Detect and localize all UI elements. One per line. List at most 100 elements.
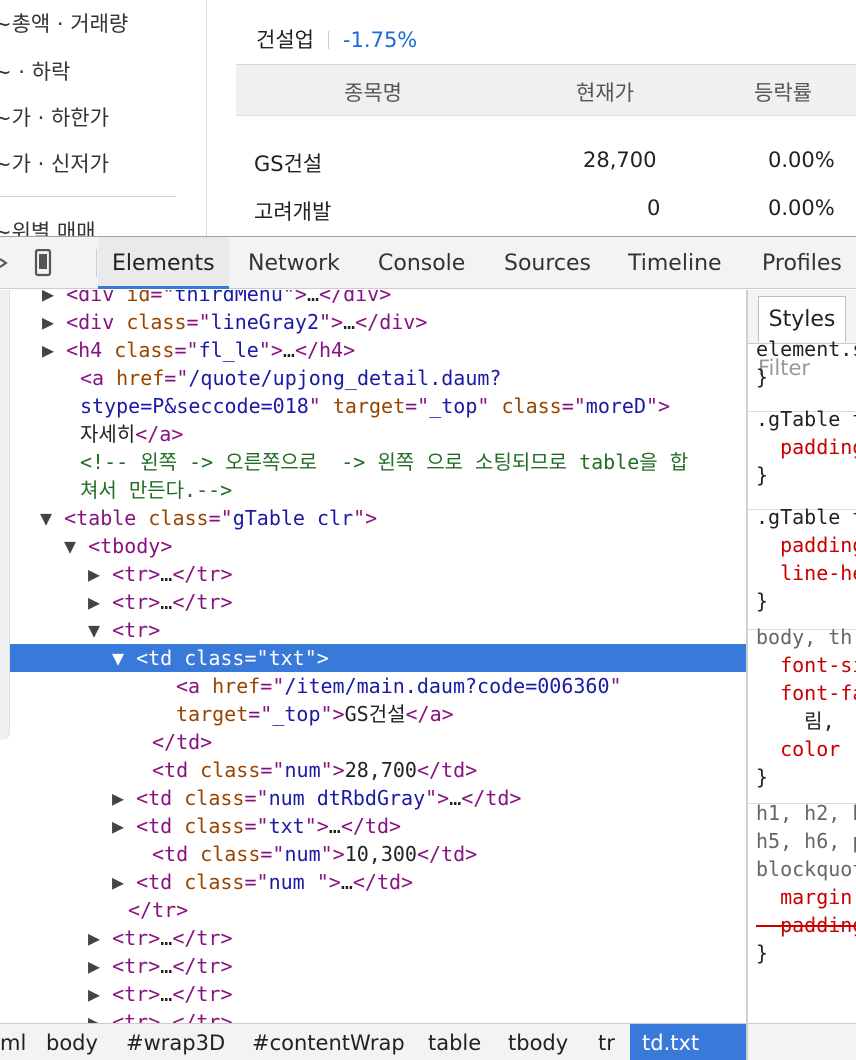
style-rule-line[interactable]: } xyxy=(756,363,768,391)
expand-triangle-closed-icon[interactable]: ▶ xyxy=(112,870,136,894)
breadcrumb-item[interactable]: tbody xyxy=(500,1024,576,1060)
dom-node[interactable]: 자세히</a> xyxy=(80,420,183,448)
style-rule-line[interactable]: padding xyxy=(756,433,856,461)
style-rule-line[interactable]: body, th, td xyxy=(756,623,856,651)
dom-token-tag: </div> xyxy=(319,290,392,306)
dom-node[interactable]: 쳐서 만든다.--> xyxy=(80,476,232,504)
style-rule-line[interactable]: 림, xyxy=(756,707,834,735)
expand-triangle-closed-icon[interactable]: ▶ xyxy=(42,338,66,362)
dom-node-selected[interactable]: ▼ <td class="txt"> xyxy=(0,644,746,672)
tab-sources[interactable]: Sources xyxy=(490,237,605,289)
expand-triangle-open-icon[interactable]: ▼ xyxy=(64,534,88,558)
tab-network[interactable]: Network xyxy=(234,237,354,289)
expand-triangle-open-icon[interactable]: ▼ xyxy=(112,646,136,670)
style-rule-line[interactable]: } xyxy=(756,587,768,615)
breadcrumb-item[interactable]: body xyxy=(38,1024,106,1060)
menu-item-new-low[interactable]: ∼가 · 신저가 xyxy=(0,148,109,178)
dom-token-val: _top xyxy=(429,394,478,418)
expand-triangle-open-icon[interactable]: ▼ xyxy=(40,506,64,530)
style-rule-line[interactable]: margin xyxy=(756,883,852,911)
dom-token-val: /item/main.daum?code=006360 xyxy=(284,674,610,698)
expand-triangle-closed-icon[interactable]: ▶ xyxy=(88,1010,112,1023)
dom-node[interactable]: ▶ <div id="thirdMenu">…</div> xyxy=(42,290,391,308)
dom-node[interactable]: ▼ <tr> xyxy=(88,616,160,644)
inspect-icon[interactable] xyxy=(0,237,14,289)
dom-token-txt: 28,700 xyxy=(344,758,417,782)
dom-node[interactable]: ▶ <tr>…</tr> xyxy=(88,980,233,1008)
dom-token-attr: class xyxy=(114,338,175,362)
dom-node[interactable]: <td class="num">10,300</td> xyxy=(152,840,477,868)
dom-token-attr: class xyxy=(184,786,245,810)
dom-node[interactable]: </tr> xyxy=(128,896,188,924)
expand-triangle-closed-icon[interactable]: ▶ xyxy=(88,954,112,978)
style-rule-line[interactable]: h5, h6, p, xyxy=(756,827,856,855)
dom-node[interactable]: ▼ <table class="gTable clr"> xyxy=(40,504,377,532)
dom-node[interactable]: ▶ <tr>…</tr> xyxy=(88,588,233,616)
menu-item-total-volume[interactable]: ∼총액 · 거래량 xyxy=(0,8,128,38)
style-rule-line[interactable]: h1, h2, h3, h4, xyxy=(756,799,856,827)
style-rule-line[interactable]: font-size xyxy=(756,651,856,679)
dom-token-tag: </td> xyxy=(416,842,478,866)
expand-triangle-closed-icon[interactable]: ▶ xyxy=(42,310,66,334)
style-rule-line[interactable]: .gTable td { xyxy=(756,503,856,531)
style-rule-line[interactable]: } xyxy=(756,939,768,967)
dom-node[interactable]: ▶ <div class="lineGray2">…</div> xyxy=(42,308,427,336)
dom-token-val: num xyxy=(284,842,321,866)
dom-token-tag: <tr> xyxy=(112,926,161,950)
breadcrumb-item[interactable]: #wrap3D xyxy=(118,1024,233,1060)
expand-triangle-open-icon[interactable]: ▼ xyxy=(88,618,112,642)
expand-triangle-closed-icon[interactable]: ▶ xyxy=(88,926,112,950)
breadcrumb-item[interactable]: #contentWrap xyxy=(244,1024,413,1060)
expand-triangle-closed-icon[interactable]: ▶ xyxy=(112,786,136,810)
dom-node[interactable]: target="_top">GS건설</a> xyxy=(176,700,454,728)
style-rule-line[interactable]: font-family xyxy=(756,679,856,707)
dom-tree[interactable]: ▶ <div id="thirdMenu">…</div> ▶ <div clas… xyxy=(0,290,746,1023)
style-rule-line[interactable]: .gTable td { xyxy=(756,405,856,433)
dom-node[interactable]: stype=P&seccode=018" target="_top" class… xyxy=(80,392,670,420)
style-rule-line[interactable]: } xyxy=(756,461,768,489)
dom-node[interactable]: ▶ <h4 class="fl_le">…</h4> xyxy=(42,336,355,364)
stock-name[interactable]: GS건설 xyxy=(254,148,322,178)
expand-triangle-closed-icon[interactable]: ▶ xyxy=(112,814,136,838)
menu-item-fall[interactable]: ∼ · 하락 xyxy=(0,56,70,86)
dom-node[interactable]: <!-- 왼쪽 -> 오른쪽으로 -> 왼쪽 으로 소팅되므로 table을 합 xyxy=(80,448,688,476)
style-rule-line[interactable]: color xyxy=(756,735,840,763)
style-rule-line[interactable]: } xyxy=(756,763,768,791)
expand-triangle-closed-icon[interactable]: ▶ xyxy=(88,562,112,586)
expand-triangle-closed-icon[interactable]: ▶ xyxy=(88,982,112,1006)
stock-name[interactable]: 고려개발 xyxy=(254,196,331,226)
dom-node[interactable]: ▶ <tr>…</tr> xyxy=(88,1008,233,1023)
dom-node[interactable]: <a href="/quote/upjong_detail.daum? xyxy=(80,364,501,392)
expand-triangle-closed-icon[interactable]: ▶ xyxy=(88,590,112,614)
tab-profiles[interactable]: Profiles xyxy=(748,237,856,289)
dom-node[interactable]: <td class="num">28,700</td> xyxy=(152,756,477,784)
expand-triangle-closed-icon[interactable]: ▶ xyxy=(42,290,66,306)
dom-node[interactable]: ▶ <td class="num dtRbdGray">…</td> xyxy=(112,784,521,812)
dom-token-val: stype=P&seccode=018 xyxy=(80,394,309,418)
styles-footer xyxy=(748,1023,856,1060)
breadcrumb-item[interactable]: ml xyxy=(0,1024,34,1060)
style-rule-line[interactable]: padding xyxy=(756,531,856,559)
breadcrumb-item[interactable]: tr xyxy=(590,1024,623,1060)
dom-node[interactable]: ▶ <tr>…</tr> xyxy=(88,952,233,980)
breadcrumb-item[interactable]: td.txt xyxy=(630,1024,746,1060)
style-rule-line[interactable]: element.style { xyxy=(756,335,856,363)
dom-node[interactable]: ▶ <td class="txt">…</td> xyxy=(112,812,401,840)
tab-console[interactable]: Console xyxy=(364,237,479,289)
dom-node[interactable]: ▶ <tr>…</tr> xyxy=(88,560,233,588)
menu-item-trading[interactable]: ∼위별 매매 xyxy=(0,216,96,236)
style-rule-line[interactable]: blockquote xyxy=(756,855,856,883)
tab-timeline[interactable]: Timeline xyxy=(614,237,736,289)
dom-token-tag: =" xyxy=(248,702,273,726)
dom-node[interactable]: <a href="/item/main.daum?code=006360" xyxy=(176,672,622,700)
style-rule-line[interactable]: padding xyxy=(756,911,856,939)
mobile-device-icon[interactable] xyxy=(30,237,56,289)
menu-item-lower-limit[interactable]: ∼가 · 하한가 xyxy=(0,102,109,132)
tab-elements[interactable]: Elements xyxy=(98,237,229,289)
dom-node[interactable]: ▼ <tbody> xyxy=(64,532,172,560)
breadcrumb-item[interactable]: table xyxy=(420,1024,489,1060)
dom-node[interactable]: ▶ <tr>…</tr> xyxy=(88,924,233,952)
style-rule-line[interactable]: line-height xyxy=(756,559,856,587)
dom-node[interactable]: </td> xyxy=(152,728,212,756)
dom-node[interactable]: ▶ <td class="num ">…</td> xyxy=(112,868,413,896)
